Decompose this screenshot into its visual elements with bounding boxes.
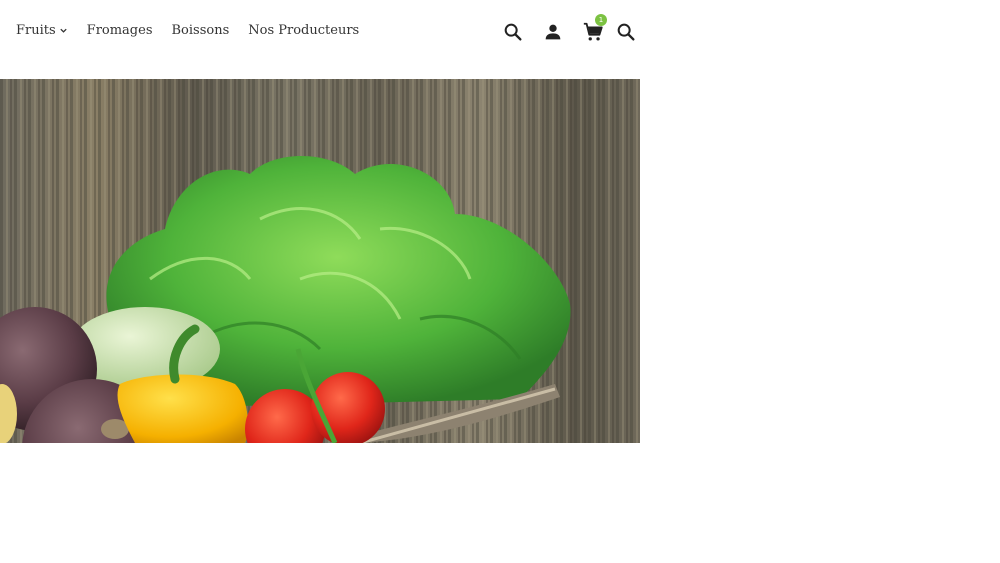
account-button[interactable]: [540, 19, 566, 45]
search-toggle-button[interactable]: [613, 19, 639, 45]
nav-item-nos-producteurs[interactable]: Nos Producteurs: [248, 23, 359, 38]
nav-item-fromages[interactable]: Fromages: [87, 23, 153, 38]
chevron-down-icon: [60, 28, 67, 33]
user-icon: [545, 24, 561, 40]
search-button[interactable]: [500, 19, 526, 45]
search-icon: [504, 23, 522, 41]
cart-count-badge: 1: [595, 14, 607, 26]
hero-image: [0, 79, 640, 443]
site-header: Fruits Fromages Boissons Nos Producteurs: [0, 0, 640, 64]
page: Fruits Fromages Boissons Nos Producteurs: [0, 0, 1000, 563]
search-icon: [617, 23, 635, 41]
nav-item-fruits[interactable]: Fruits: [16, 23, 68, 38]
nav-item-label: Fruits: [16, 23, 56, 38]
nav-item-label: Nos Producteurs: [248, 23, 360, 38]
main-navigation: Fruits Fromages Boissons Nos Producteurs: [16, 23, 359, 38]
vegetable-basket-image: [0, 79, 640, 443]
nav-item-label: Boissons: [171, 23, 230, 38]
cart-button[interactable]: 1: [580, 14, 607, 45]
nav-item-boissons[interactable]: Boissons: [172, 23, 230, 38]
nav-item-label: Fromages: [86, 23, 153, 38]
